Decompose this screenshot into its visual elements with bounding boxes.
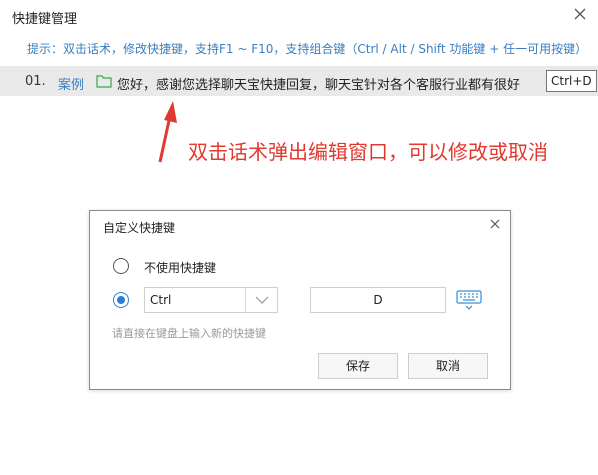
list-item[interactable]: 01. 案例 您好，感谢您选择聊天宝快捷回复，聊天宝针对各个客服行业都有很好 C… [0,66,598,96]
radio-no-shortcut[interactable] [113,258,129,274]
shortcut-badge: Ctrl+D [546,70,597,92]
dialog-title: 自定义快捷键 [103,221,176,235]
modifier-select[interactable]: Ctrl [144,287,278,313]
radio-custom-shortcut[interactable] [113,292,129,308]
annotation-text: 双击话术弹出编辑窗口，可以修改或取消 [188,140,548,164]
select-divider [245,288,246,312]
save-button[interactable]: 保存 [318,353,398,379]
cancel-button[interactable]: 取消 [408,353,488,379]
keyboard-icon[interactable] [456,288,482,312]
close-icon[interactable] [570,4,590,24]
tip-text: 提示：双击话术，修改快捷键，支持F1 ~ F10，支持组合键（Ctrl / Al… [27,42,588,56]
modifier-value: Ctrl [150,293,172,307]
chevron-down-icon [255,296,269,304]
reply-text[interactable]: 您好，感谢您选择聊天宝快捷回复，聊天宝针对各个客服行业都有很好 [117,74,547,93]
item-number: 01. [25,74,46,89]
category-link[interactable]: 案例 [58,74,84,93]
dialog-close-icon[interactable] [486,215,504,233]
folder-icon [96,75,112,88]
input-hint: 请直接在键盘上输入新的快捷键 [112,327,266,340]
shortcut-dialog: 自定义快捷键 不使用快捷键 Ctrl D 请直接在键盘上输入新的快捷键 保存 取… [89,210,511,390]
option-no-shortcut-label: 不使用快捷键 [144,261,217,275]
window-title: 快捷键管理 [12,12,78,27]
arrow-icon [158,101,177,163]
key-input[interactable]: D [310,287,446,313]
title-bar: 快捷键管理 [0,0,598,30]
